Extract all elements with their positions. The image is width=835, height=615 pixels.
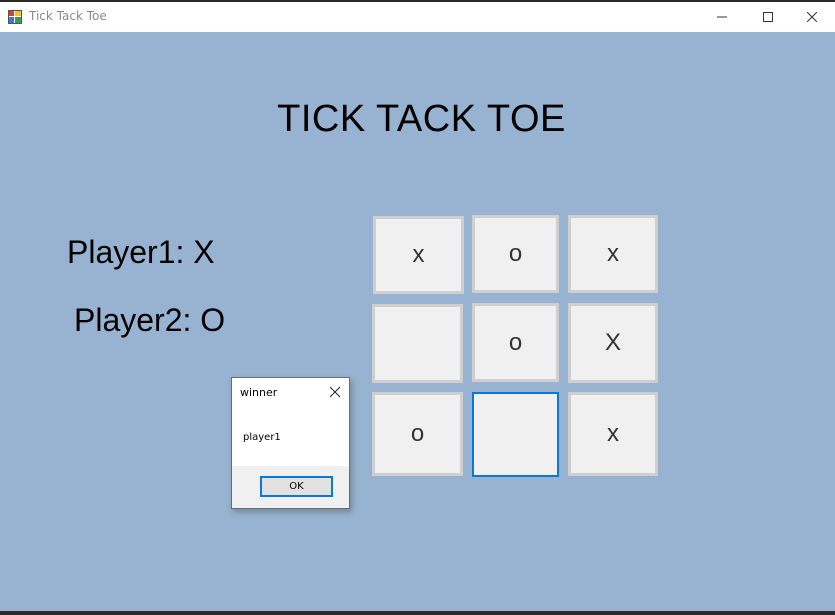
close-icon <box>329 386 341 398</box>
minimize-button[interactable] <box>699 2 745 32</box>
window-title: Tick Tack Toe <box>29 9 107 23</box>
minimize-icon <box>717 16 727 18</box>
player2-label: Player2: O <box>74 302 226 338</box>
maximize-button[interactable] <box>745 2 791 32</box>
board-cell-4[interactable] <box>372 304 463 383</box>
maximize-icon <box>763 12 773 22</box>
app-icon <box>8 10 22 24</box>
board-cell-9[interactable]: x <box>568 392 658 476</box>
board-cell-5[interactable]: o <box>472 303 559 382</box>
game-title: TICK TACK TOE <box>277 98 566 140</box>
player1-label: Player1: X <box>67 234 215 270</box>
dialog-message: player1 <box>243 432 281 443</box>
board-cell-8[interactable] <box>472 392 559 477</box>
window-bottom-border <box>0 611 835 615</box>
winner-dialog: winner player1 OK <box>231 377 350 509</box>
board-cell-2[interactable]: o <box>472 215 559 293</box>
dialog-title: winner <box>240 386 278 399</box>
board-cell-3[interactable]: x <box>568 215 658 293</box>
close-button[interactable] <box>789 2 835 32</box>
board-cell-1[interactable]: x <box>373 216 464 294</box>
board-cell-7[interactable]: o <box>372 392 463 476</box>
dialog-close-button[interactable] <box>325 382 345 402</box>
board-cell-6[interactable]: X <box>568 303 658 383</box>
ok-button[interactable]: OK <box>260 476 333 497</box>
close-icon <box>807 12 817 22</box>
app-window: Tick Tack Toe TICK TACK TOE Player1: X P… <box>0 0 835 615</box>
title-bar[interactable]: Tick Tack Toe <box>0 2 835 32</box>
dialog-footer: OK <box>232 466 349 508</box>
